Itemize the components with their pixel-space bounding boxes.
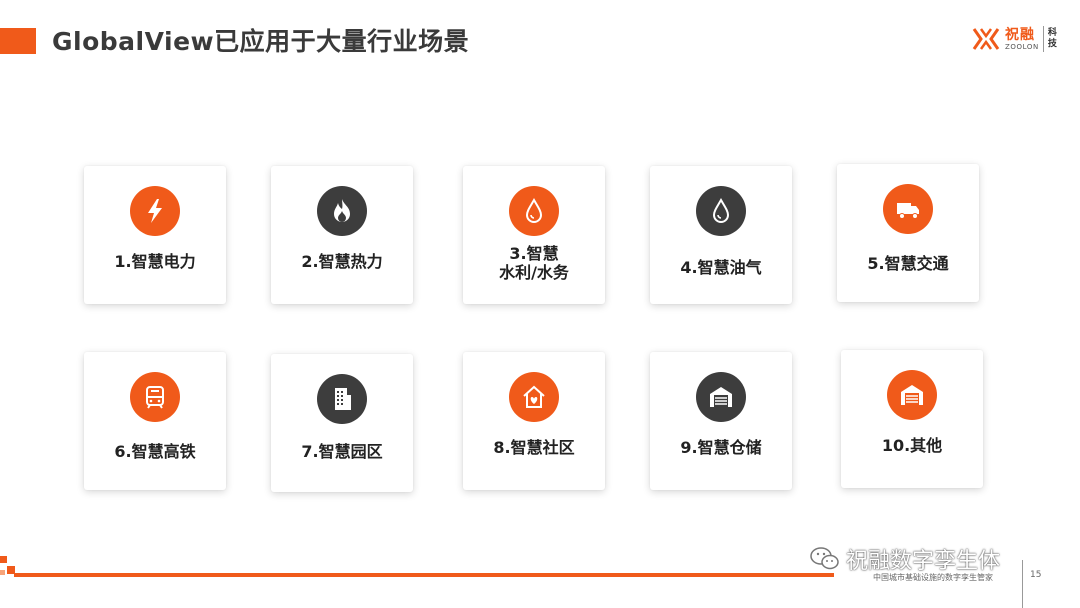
card-label: 8.智慧社区 [493,438,575,457]
water-drop-icon [509,186,559,236]
warehouse-icon [696,372,746,422]
company-logo: 祝融 ZOOLON 科 技 [972,24,1057,54]
card-smart-heating: 2.智慧热力 [271,166,413,304]
flame-icon [317,186,367,236]
card-label: 7.智慧园区 [301,442,383,461]
page-number: 15 [1030,570,1042,580]
card-label: 1.智慧电力 [114,252,196,271]
logo-cn-text: 祝融 [1005,26,1035,43]
zoolon-logo-mark-icon [972,28,1000,50]
card-smart-water: 3.智慧 水利/水务 [463,166,605,304]
logo-ke-char-2: 技 [1047,39,1057,49]
card-label: 4.智慧油气 [680,258,762,277]
card-smart-warehouse: 9.智慧仓储 [650,352,792,490]
card-smart-transport: 5.智慧交通 [837,164,979,302]
watermark-text: 祝融数字孪生体 [846,549,1001,574]
building-icon [317,374,367,424]
card-smart-community: 8.智慧社区 [463,352,605,490]
footer-divider [1022,560,1023,608]
logo-en-text: ZOOLON [1005,42,1039,51]
footer-tagline: 中国城市基础设施的数字孪生管家 [873,573,993,582]
decor-square [0,570,5,575]
card-label: 9.智慧仓储 [680,438,762,457]
community-house-icon [509,372,559,422]
garage-icon [887,370,937,420]
footer-accent-line [14,573,834,577]
card-label: 5.智慧交通 [867,254,949,273]
decor-square [0,556,7,563]
page-title: GlobalView已应用于大量行业场景 [52,27,470,56]
truck-icon [883,184,933,234]
card-label: 6.智慧高铁 [114,442,196,461]
card-other: 10.其他 [841,350,983,488]
oil-drop-icon [696,186,746,236]
card-smart-park: 7.智慧园区 [271,354,413,492]
wechat-watermark: 祝融数字孪生体 [810,543,1000,575]
title-accent-bar [0,28,36,54]
train-icon [130,372,180,422]
card-label: 2.智慧热力 [301,252,383,271]
card-label: 10.其他 [881,436,943,455]
card-label: 3.智慧 水利/水务 [499,244,569,282]
card-smart-oil-gas: 4.智慧油气 [650,166,792,304]
wechat-icon [810,547,839,570]
card-smart-power: 1.智慧电力 [84,166,226,304]
logo-ke-char-1: 科 [1047,28,1057,38]
logo-separator [1042,26,1044,52]
card-smart-railway: 6.智慧高铁 [84,352,226,490]
lightning-icon [130,186,180,236]
